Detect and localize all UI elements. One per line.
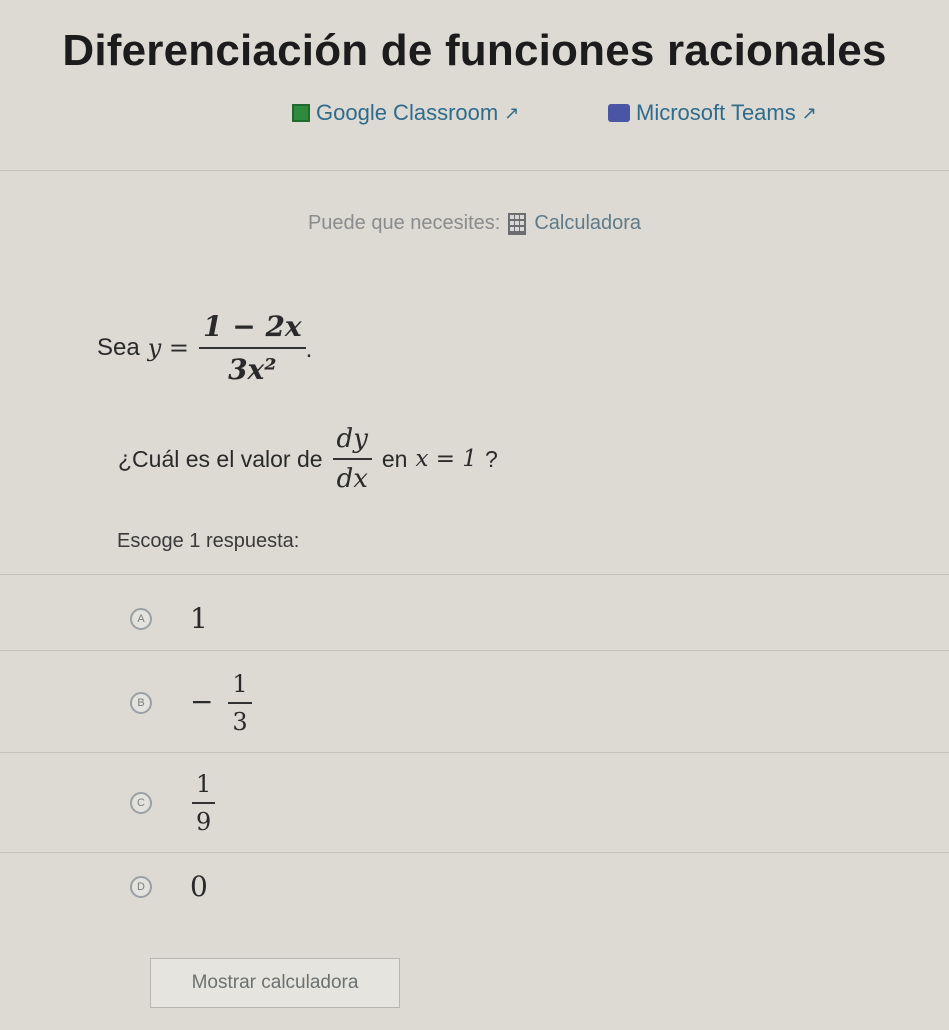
option-value: − 1 3 — [190, 670, 252, 736]
help-prefix: Puede que necesites: — [307, 212, 501, 234]
derivative-numerator: dy — [332, 424, 372, 460]
calculator-icon — [508, 212, 527, 235]
derivative-denominator: dx — [336, 464, 368, 494]
answer-option-c[interactable]: C 1 9 — [130, 770, 216, 836]
help-row: Puede que necesites: Calculadora — [0, 212, 949, 235]
exercise-page: Diferenciación de funciones racionales G… — [0, 0, 949, 1030]
external-link-icon: ↗ — [504, 102, 520, 123]
question-prompt: ¿Cuál es el valor de dy dx en x = 1 ? — [118, 424, 498, 494]
function-denominator: 3x² — [228, 353, 277, 386]
let-prefix: Sea — [97, 334, 140, 361]
option-letter-badge: B — [130, 692, 152, 714]
option-letter-badge: C — [130, 792, 152, 814]
ask-suffix: ? — [484, 445, 498, 472]
option-numerator: 1 — [192, 770, 216, 804]
divider — [0, 170, 949, 171]
google-classroom-icon — [292, 104, 310, 122]
ask-middle: en — [381, 445, 408, 472]
y-variable: y = — [147, 334, 189, 362]
condition: x = 1 — [415, 446, 477, 472]
option-denominator: 3 — [232, 708, 248, 736]
answer-option-b[interactable]: B − 1 3 — [130, 670, 252, 736]
function-numerator: 1 − 2x — [199, 310, 306, 349]
external-link-icon: ↗ — [801, 102, 817, 123]
page-title: Diferenciación de funciones racionales — [62, 26, 887, 75]
derivative-fraction: dy dx — [332, 424, 372, 494]
divider — [0, 574, 949, 575]
option-fraction: 1 3 — [228, 670, 252, 736]
option-value: 0 — [190, 870, 208, 903]
microsoft-teams-icon — [608, 104, 630, 122]
choose-label: Escoge 1 respuesta: — [117, 530, 300, 552]
microsoft-teams-link[interactable]: Microsoft Teams ↗ — [608, 100, 817, 126]
google-classroom-label: Google Classroom — [316, 100, 499, 125]
option-value: 1 9 — [192, 770, 216, 836]
answer-option-a[interactable]: A 1 — [130, 602, 208, 635]
answer-option-d[interactable]: D 0 — [130, 870, 208, 903]
question-function: Sea y = 1 − 2x 3x² . — [97, 310, 312, 386]
show-calculator-button[interactable]: Mostrar calculadora — [150, 958, 400, 1008]
share-row: Google Classroom ↗ Microsoft Teams ↗ — [0, 100, 949, 134]
option-letter-badge: D — [130, 875, 152, 898]
calculator-link[interactable]: Calculadora — [534, 212, 641, 235]
option-letter-badge: A — [130, 607, 152, 630]
option-fraction: 1 9 — [192, 770, 216, 836]
ask-prefix: ¿Cuál es el valor de — [118, 445, 323, 472]
microsoft-teams-label: Microsoft Teams — [636, 100, 796, 125]
option-value: 1 — [190, 602, 208, 635]
end-punct: . — [305, 336, 313, 363]
divider — [0, 650, 949, 651]
option-sign: − — [190, 684, 214, 718]
function-fraction: 1 − 2x 3x² — [199, 310, 306, 386]
option-denominator: 9 — [196, 808, 212, 836]
divider — [0, 852, 949, 853]
google-classroom-link[interactable]: Google Classroom ↗ — [292, 100, 519, 126]
option-numerator: 1 — [228, 670, 252, 704]
divider — [0, 752, 949, 753]
